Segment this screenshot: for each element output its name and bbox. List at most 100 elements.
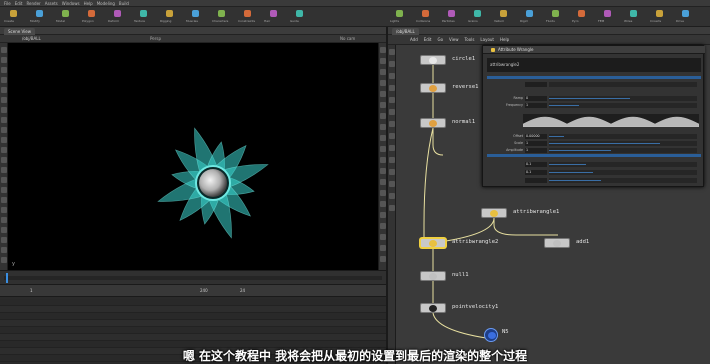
shelf-tool-fluids-icon[interactable] [552,10,559,17]
shelf-tool-drive-icon[interactable] [682,10,689,17]
list-item[interactable] [0,320,386,327]
shelf-tool-guide-icon[interactable] [296,10,303,17]
toolbar-tool-icon[interactable] [389,49,395,55]
param-slider[interactable] [549,162,697,167]
param-slider[interactable] [549,82,697,87]
net-menu-help[interactable]: Help [500,37,509,42]
param-slider[interactable] [549,134,697,139]
param-slider[interactable] [549,170,697,175]
toolbar-tool-icon[interactable] [1,137,7,143]
toolbar-tool-icon[interactable] [1,97,7,103]
net-menu-edit[interactable]: Edit [424,37,432,42]
toolbar-tool-icon[interactable] [1,197,7,203]
shelf-tool-characters-icon[interactable] [218,10,225,17]
toolbar-tool-icon[interactable] [1,107,7,113]
node-add1[interactable] [544,238,570,248]
menu-build[interactable]: Build [119,1,129,6]
toolbar-tool-icon[interactable] [1,257,7,263]
toolbar-tool-icon[interactable] [389,109,395,115]
timeline-playhead[interactable] [6,273,8,283]
node-attribwrangle1[interactable] [481,208,507,218]
param-value-field[interactable]: 0.00000 [525,134,547,139]
toolbar-tool-icon[interactable] [389,85,395,91]
param-slider[interactable] [549,178,697,183]
list-item[interactable] [0,327,386,334]
shelf-tool-deform-icon[interactable] [114,10,121,17]
param-slider[interactable] [549,141,697,146]
shelf-tool-rigid-icon[interactable] [526,10,533,17]
toolbar-tool-icon[interactable] [389,157,395,163]
param-value-field[interactable] [525,82,547,87]
param-value-field[interactable]: 1 [525,141,547,146]
menu-render[interactable]: Render [26,1,40,6]
list-item[interactable] [0,299,386,306]
toolbar-tool-icon[interactable] [1,67,7,73]
param-value-field[interactable]: 0.1 [525,162,547,167]
toolbar-tool-icon[interactable] [1,207,7,213]
param-value-field[interactable]: 0 [525,96,547,101]
toolbar-tool-icon[interactable] [1,187,7,193]
shelf-tool-rigging-icon[interactable] [166,10,173,17]
shelf-tool-pyro-icon[interactable] [578,10,585,17]
toolbar-tool-icon[interactable] [389,193,395,199]
toolbar-tool-icon[interactable] [1,227,7,233]
shelf-tool-constraints-icon[interactable] [244,10,251,17]
toolbar-tool-icon[interactable] [1,217,7,223]
toolbar-tool-icon[interactable] [389,121,395,127]
toolbar-tool-icon[interactable] [389,145,395,151]
timeline[interactable] [0,270,386,284]
net-menu-go[interactable]: Go [438,37,444,42]
param-name-field[interactable]: attribwrangle2 [487,58,701,72]
shelf-tool-create-icon[interactable] [10,10,17,17]
shelf-tool-wires-icon[interactable] [630,10,637,17]
shelf-tool-crowds-icon[interactable] [656,10,663,17]
shelf-tool-texture-icon[interactable] [140,10,147,17]
toolbar-tool-icon[interactable] [389,181,395,187]
scene-viewport[interactable]: y [8,43,378,270]
shelf-tool-collisions-icon[interactable] [422,10,429,17]
net-menu-add[interactable]: Add [410,37,418,42]
list-item[interactable] [0,313,386,320]
toolbar-tool-icon[interactable] [389,61,395,67]
node-pointvelocity1[interactable] [420,303,446,313]
end-frame[interactable]: 240 [200,288,208,293]
node-circle1[interactable] [420,55,446,65]
toolbar-tool-icon[interactable] [1,127,7,133]
toolbar-tool-icon[interactable] [1,57,7,63]
param-value-field[interactable]: 1 [525,103,547,108]
shelf-tool-modify-icon[interactable] [36,10,43,17]
toolbar-tool-icon[interactable] [389,73,395,79]
shelf-tool-polygon-icon[interactable] [88,10,95,17]
list-item[interactable] [0,334,386,341]
net-menu-layout[interactable]: Layout [480,37,494,42]
toolbar-tool-icon[interactable] [1,87,7,93]
tab-scene-view[interactable]: Scene View [4,28,35,35]
shelf-tool-hair-icon[interactable] [270,10,277,17]
node-N5[interactable] [484,328,498,342]
toolbar-tool-icon[interactable] [1,117,7,123]
menu-desktop[interactable]: Modeling [97,1,115,6]
toolbar-tool-icon[interactable] [1,47,7,53]
shelf-tool-model-icon[interactable] [62,10,69,17]
fps-field[interactable]: 24 [240,288,245,293]
toolbar-tool-icon[interactable] [1,247,7,253]
path-breadcrumb[interactable]: /obj/BALL [22,36,41,41]
ramp-editor[interactable] [523,114,699,127]
toolbar-tool-icon[interactable] [1,167,7,173]
shelf-tool-particles-icon[interactable] [448,10,455,17]
toolbar-tool-icon[interactable] [389,97,395,103]
node-reverse1[interactable] [420,83,446,93]
list-item[interactable] [0,341,386,348]
toolbar-tool-icon[interactable] [1,157,7,163]
node-normal1[interactable] [420,118,446,128]
shelf-tool-grains-icon[interactable] [474,10,481,17]
node-attribwrangle2[interactable] [420,238,446,248]
shelf-tool-fem-icon[interactable] [604,10,611,17]
param-slider[interactable] [549,148,697,153]
menu-assets[interactable]: Assets [45,1,58,6]
menu-windows[interactable]: Windows [62,1,80,6]
param-value-field[interactable]: 1 [525,148,547,153]
param-slider[interactable] [549,103,697,108]
menu-file[interactable]: File [4,1,11,6]
camera-menu[interactable]: No cam [340,36,355,41]
